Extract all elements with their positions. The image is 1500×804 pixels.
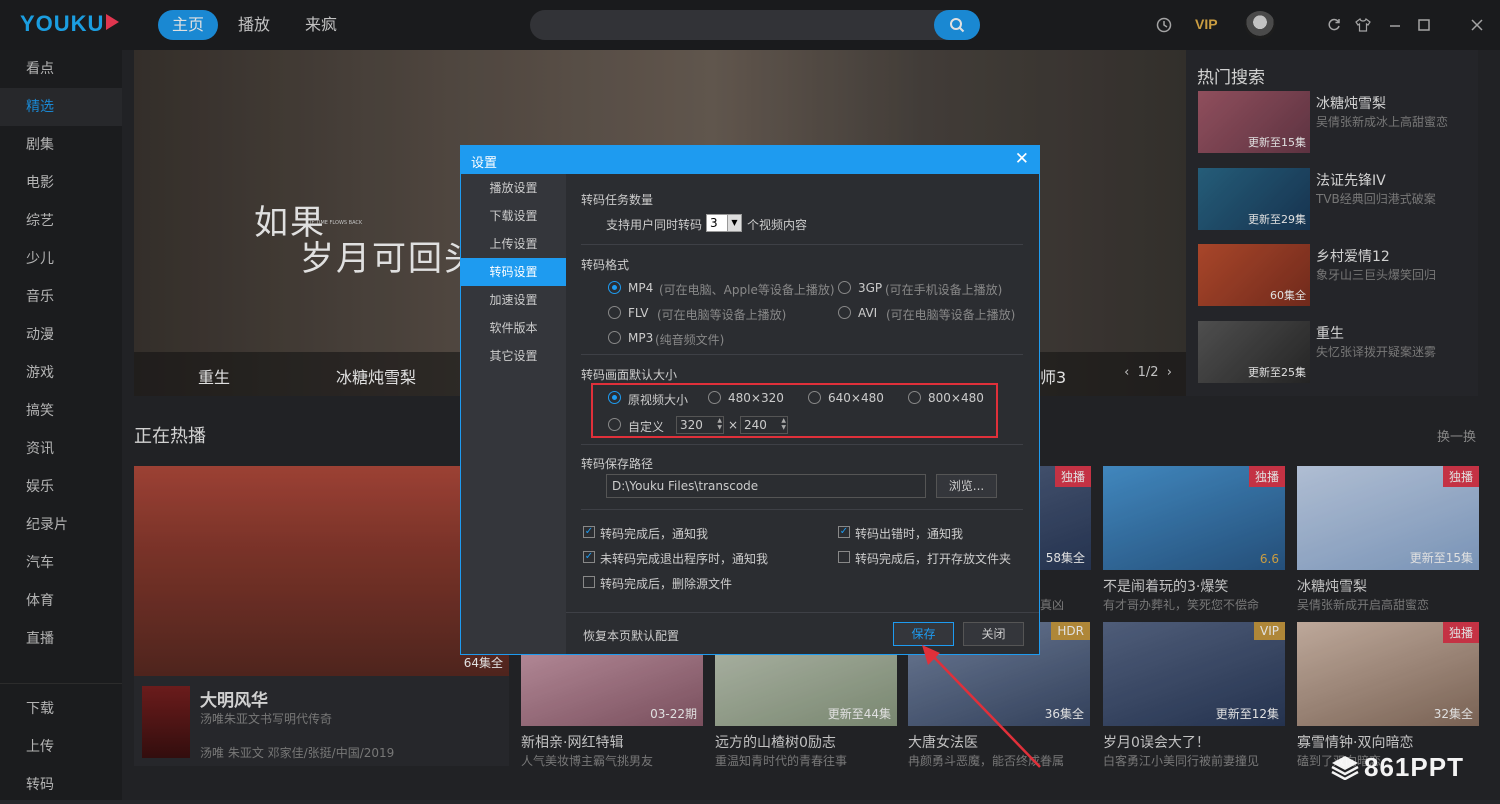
divider bbox=[581, 444, 1023, 445]
format-mp4-radio[interactable] bbox=[608, 281, 621, 294]
restore-defaults-link[interactable]: 恢复本页默认配置 bbox=[583, 627, 679, 644]
format-flv-radio[interactable] bbox=[608, 306, 621, 319]
custom-width-stepper[interactable]: 320 ▲ ▼ bbox=[676, 416, 724, 434]
size-640x480-radio[interactable] bbox=[808, 391, 821, 404]
settings-dialog: 设置 ✕ 播放设置 下载设置 上传设置 转码设置 加速设置 软件版本 其它设置 … bbox=[460, 145, 1040, 655]
settings-nav-item[interactable]: 软件版本 bbox=[461, 314, 566, 342]
settings-nav: 播放设置 下载设置 上传设置 转码设置 加速设置 软件版本 其它设置 bbox=[461, 174, 566, 654]
size-800x480-radio[interactable] bbox=[908, 391, 921, 404]
transcode-settings: 转码任务数量 支持用户同时转码 3 ▼ 个视频内容 转码格式 MP4 (可在电脑、… bbox=[566, 174, 1039, 654]
divider bbox=[581, 354, 1023, 355]
settings-nav-item[interactable]: 播放设置 bbox=[461, 174, 566, 202]
notify-complete-checkbox[interactable]: ✓ bbox=[583, 526, 595, 538]
format-3gp-radio[interactable] bbox=[838, 281, 851, 294]
close-button[interactable]: 关闭 bbox=[963, 622, 1024, 646]
settings-nav-item[interactable]: 上传设置 bbox=[461, 230, 566, 258]
section-label: 转码保存路径 bbox=[581, 457, 654, 471]
delete-source-checkbox[interactable] bbox=[583, 576, 595, 588]
settings-nav-item[interactable]: 其它设置 bbox=[461, 342, 566, 370]
section-label: 转码任务数量 bbox=[581, 193, 654, 207]
format-avi-radio[interactable] bbox=[838, 306, 851, 319]
divider bbox=[581, 509, 1023, 510]
section-label: 转码格式 bbox=[581, 258, 630, 272]
notify-error-checkbox[interactable]: ✓ bbox=[838, 526, 850, 538]
annotation-arrow bbox=[922, 645, 1041, 768]
stack-icon bbox=[1331, 756, 1359, 781]
custom-height-stepper[interactable]: 240 ▲ ▼ bbox=[740, 416, 788, 434]
dialog-title: 设置 bbox=[471, 156, 498, 171]
task-count-select[interactable]: 3 ▼ bbox=[706, 214, 742, 232]
chevron-down-icon[interactable]: ▼ bbox=[727, 215, 741, 231]
save-button[interactable]: 保存 bbox=[893, 622, 954, 646]
dialog-header[interactable]: 设置 ✕ bbox=[461, 146, 1039, 174]
watermark: 861PPT bbox=[1330, 752, 1464, 783]
format-mp3-radio[interactable] bbox=[608, 331, 621, 344]
divider bbox=[581, 244, 1023, 245]
settings-nav-item-transcode[interactable]: 转码设置 bbox=[461, 258, 566, 286]
size-custom-radio[interactable] bbox=[608, 418, 621, 431]
save-path-input[interactable]: D:\Youku Files\transcode bbox=[606, 474, 926, 498]
section-label: 转码画面默认大小 bbox=[581, 368, 678, 382]
browse-button[interactable]: 浏览... bbox=[936, 474, 997, 498]
settings-nav-item[interactable]: 下载设置 bbox=[461, 202, 566, 230]
close-icon[interactable]: ✕ bbox=[1015, 149, 1029, 169]
size-original-radio[interactable] bbox=[608, 391, 621, 404]
size-480x320-radio[interactable] bbox=[708, 391, 721, 404]
settings-nav-item[interactable]: 加速设置 bbox=[461, 286, 566, 314]
notify-exit-checkbox[interactable]: ✓ bbox=[583, 551, 595, 563]
open-folder-checkbox[interactable] bbox=[838, 551, 850, 563]
